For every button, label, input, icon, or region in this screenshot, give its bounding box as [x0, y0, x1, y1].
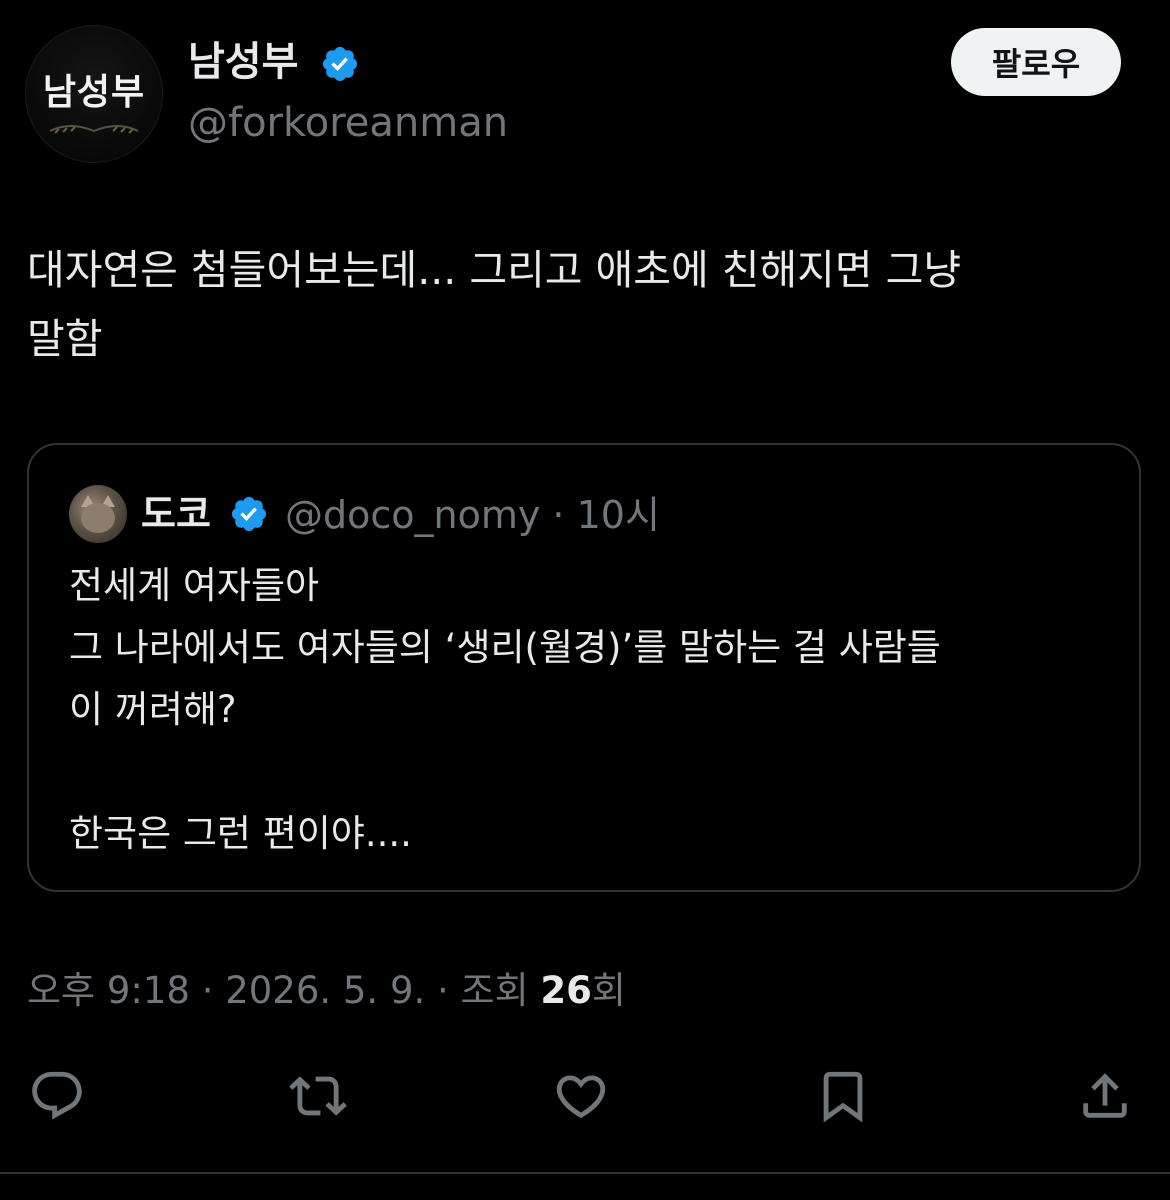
avatar-logo-text: 남성부 — [42, 71, 146, 113]
quoted-author-name[interactable]: 도코 — [141, 489, 211, 539]
author-avatar[interactable]: 남성부 — [25, 25, 163, 163]
views-suffix: 회 — [591, 969, 626, 1012]
follow-button[interactable]: 팔로우 — [951, 28, 1121, 96]
quoted-verified-badge-icon — [231, 496, 267, 532]
bookmark-button[interactable] — [813, 1066, 873, 1126]
quoted-tweet-card[interactable]: 도코 @doco_nomy · 10시 전세계 여자들아 그 나라에서도 여자들… — [27, 443, 1141, 892]
share-button[interactable] — [1075, 1066, 1135, 1126]
share-icon — [1083, 1073, 1127, 1118]
quoted-tweet-text: 전세계 여자들아 그 나라에서도 여자들의 ‘생리(월경)’를 말하는 걸 사람… — [69, 564, 941, 855]
author-handle[interactable]: @forkoreanman — [188, 98, 508, 148]
views-count: 26 — [540, 969, 592, 1012]
quoted-author-handle-time[interactable]: @doco_nomy · 10시 — [285, 490, 660, 540]
retweet-icon — [289, 1076, 347, 1116]
like-icon — [556, 1075, 606, 1119]
tweet-text: 대자연은 첨들어보는데... 그리고 애초에 친해지면 그냥 말함 — [27, 246, 962, 363]
bottom-divider — [0, 1172, 1170, 1174]
retweet-button[interactable] — [288, 1066, 348, 1126]
verified-badge-icon — [322, 46, 358, 82]
reply-icon — [32, 1071, 82, 1120]
reply-button[interactable] — [27, 1066, 87, 1126]
quoted-author-avatar[interactable] — [69, 485, 127, 543]
tweet-timestamp[interactable]: 오후 9:18 · 2026. 5. 9. · 조회 — [27, 969, 540, 1012]
tweet-meta: 오후 9:18 · 2026. 5. 9. · 조회 26회 — [27, 966, 626, 1016]
bookmark-icon — [823, 1071, 863, 1123]
author-display-name[interactable]: 남성부 — [188, 36, 298, 88]
wreath-icon — [49, 125, 139, 134]
like-button[interactable] — [551, 1066, 611, 1126]
